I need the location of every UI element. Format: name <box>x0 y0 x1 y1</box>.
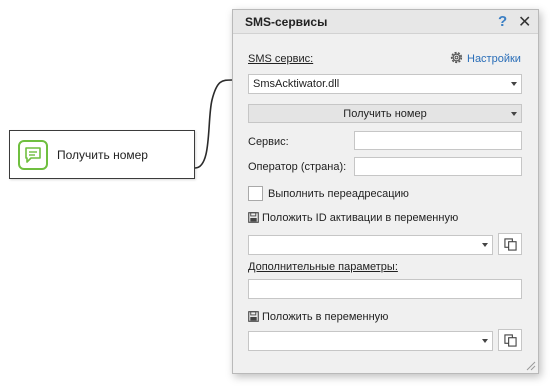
action-node[interactable]: Получить номер <box>9 130 195 179</box>
sms-service-value: SmsAcktiwator.dll <box>253 78 340 90</box>
operator-label: Оператор (страна): <box>248 161 347 173</box>
activation-id-var-select[interactable] <box>248 235 493 255</box>
copy-button-put-var[interactable] <box>498 329 522 351</box>
sms-services-dialog: SMS-сервисы ? ✕ SMS сервис: Настройки Sm… <box>232 9 539 374</box>
action-value: Получить номер <box>343 107 427 120</box>
help-button[interactable]: ? <box>498 13 507 30</box>
put-var-label: Положить в переменную <box>248 311 388 323</box>
extra-params-label: Дополнительные параметры: <box>248 261 398 273</box>
close-button[interactable]: ✕ <box>518 12 531 32</box>
service-label: Сервис: <box>248 136 289 148</box>
action-select-button[interactable]: Получить номер <box>248 104 522 123</box>
floppy-disk-icon <box>248 212 259 223</box>
chevron-down-icon <box>511 82 517 86</box>
sms-service-select[interactable]: SmsAcktiwator.dll <box>248 74 522 94</box>
put-var-label-text: Положить в переменную <box>262 311 389 323</box>
service-input[interactable] <box>354 131 522 150</box>
copy-icon <box>503 237 517 251</box>
dialog-title: SMS-сервисы <box>245 15 328 29</box>
gear-icon <box>449 50 464 68</box>
redirect-checkbox[interactable] <box>248 186 263 201</box>
put-var-select[interactable] <box>248 331 493 351</box>
chevron-down-icon <box>482 339 488 343</box>
dialog-titlebar[interactable]: SMS-сервисы ? ✕ <box>233 10 538 34</box>
chat-bubble-icon <box>18 139 48 170</box>
floppy-disk-icon <box>248 311 259 322</box>
chevron-down-icon <box>482 243 488 247</box>
activation-id-label-text: Положить ID активации в переменную <box>262 212 459 224</box>
extra-params-input[interactable] <box>248 279 522 299</box>
sms-service-label: SMS сервис: <box>248 53 314 65</box>
settings-link[interactable]: Настройки <box>449 50 521 68</box>
chevron-down-icon <box>511 112 517 116</box>
operator-input[interactable] <box>354 157 522 176</box>
resize-grip-icon[interactable] <box>524 359 536 371</box>
node-label: Получить номер <box>57 147 148 162</box>
copy-icon <box>503 333 517 347</box>
redirect-label: Выполнить переадресацию <box>268 188 409 200</box>
copy-button-activation-id[interactable] <box>498 233 522 255</box>
activation-id-var-label: Положить ID активации в переменную <box>248 212 458 224</box>
settings-label: Настройки <box>467 53 521 65</box>
